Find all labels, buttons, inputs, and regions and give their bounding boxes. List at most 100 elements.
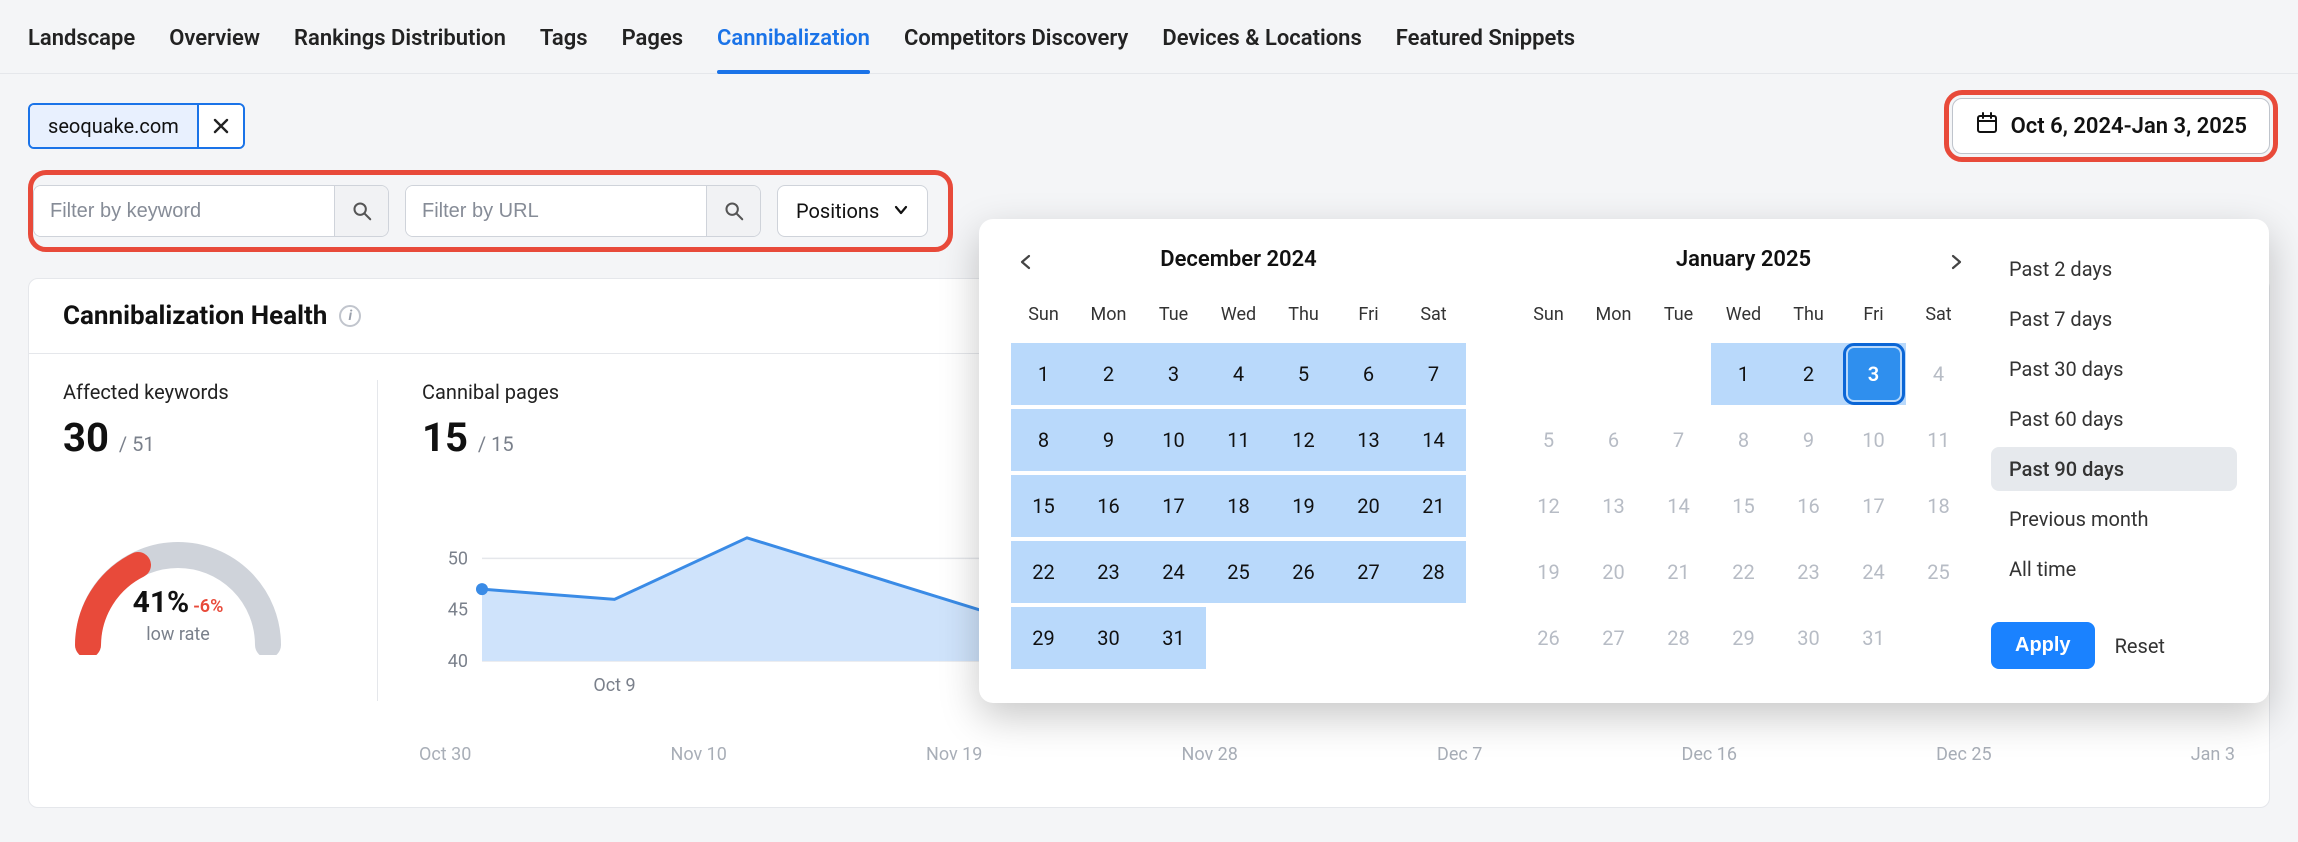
calendar-day[interactable]: 13 — [1336, 409, 1401, 471]
calendar-day: 11 — [1906, 409, 1971, 471]
calendar-day[interactable]: 27 — [1336, 541, 1401, 603]
calendar-dow: Sun — [1516, 296, 1581, 339]
gauge-delta: -6% — [193, 596, 223, 617]
tab-devices-locations[interactable]: Devices & Locations — [1162, 26, 1361, 73]
domain-chip[interactable]: seoquake.com — [28, 103, 245, 149]
calendar-month-label: December 2024 — [1160, 247, 1316, 272]
tab-pages[interactable]: Pages — [622, 26, 683, 73]
calendar-month-label: January 2025 — [1676, 247, 1811, 272]
filter-keyword-input[interactable] — [34, 186, 334, 236]
search-icon[interactable] — [706, 186, 760, 236]
reset-button[interactable]: Reset — [2115, 634, 2165, 658]
calendar-day: 6 — [1581, 409, 1646, 471]
tab-rankings-distribution[interactable]: Rankings Distribution — [294, 26, 506, 73]
calendar-day: 4 — [1906, 343, 1971, 405]
calendar-day[interactable]: 15 — [1011, 475, 1076, 537]
calendar-day[interactable]: 2 — [1776, 343, 1841, 405]
date-preset[interactable]: Previous month — [1991, 497, 2237, 541]
date-preset[interactable]: Past 7 days — [1991, 297, 2237, 341]
calendar-dow: Mon — [1076, 296, 1141, 339]
calendar-dow: Thu — [1271, 296, 1336, 339]
calendar-day[interactable]: 10 — [1141, 409, 1206, 471]
tab-overview[interactable]: Overview — [169, 26, 260, 73]
calendar-day[interactable]: 25 — [1206, 541, 1271, 603]
tab-cannibalization[interactable]: Cannibalization — [717, 26, 870, 73]
calendar-day[interactable]: 3 — [1841, 343, 1906, 405]
calendar-day[interactable]: 14 — [1401, 409, 1466, 471]
tab-landscape[interactable]: Landscape — [28, 26, 135, 73]
kpi-affected-keywords: Affected keywords 30 / 51 41% -6% low ra… — [63, 380, 337, 701]
kpi-value: 30 — [63, 414, 109, 461]
svg-text:45: 45 — [448, 600, 468, 621]
calendar-day[interactable]: 9 — [1076, 409, 1141, 471]
calendar-day[interactable]: 28 — [1401, 541, 1466, 603]
calendar-day[interactable]: 22 — [1011, 541, 1076, 603]
sparkline-chart: 404550Oct 9 — [422, 497, 1022, 701]
calendar-day[interactable]: 24 — [1141, 541, 1206, 603]
calendar-day: 9 — [1776, 409, 1841, 471]
filter-url-input[interactable] — [406, 186, 706, 236]
positions-select[interactable]: Positions — [777, 185, 928, 237]
calendar-day: 30 — [1776, 607, 1841, 669]
info-icon[interactable]: i — [339, 305, 361, 327]
calendar-day[interactable]: 11 — [1206, 409, 1271, 471]
chevron-down-icon — [893, 199, 909, 223]
calendar-dow: Sat — [1906, 296, 1971, 339]
tab-tags[interactable]: Tags — [540, 26, 588, 73]
apply-button[interactable]: Apply — [1991, 622, 2095, 669]
date-preset[interactable]: Past 60 days — [1991, 397, 2237, 441]
calendar-day[interactable]: 2 — [1076, 343, 1141, 405]
calendar-icon — [1975, 111, 1999, 141]
domain-chip-label: seoquake.com — [30, 105, 197, 147]
calendar-day[interactable]: 1 — [1011, 343, 1076, 405]
date-preset[interactable]: Past 30 days — [1991, 347, 2237, 391]
kpi-label: Cannibal pages — [422, 380, 1022, 404]
calendar-day[interactable]: 26 — [1271, 541, 1336, 603]
calendar-day[interactable]: 6 — [1336, 343, 1401, 405]
calendar-day[interactable]: 20 — [1336, 475, 1401, 537]
filter-bar: Positions — [28, 170, 953, 252]
cannibalization-health-card: Cannibalization Health i Affected keywor… — [28, 278, 2270, 808]
calendar-next-button[interactable] — [1941, 247, 1971, 277]
toolbar: seoquake.com Oct 6, 2024-Jan 3, 2025 — [0, 74, 2298, 164]
xaxis-tick: Nov 10 — [671, 744, 727, 765]
calendar-day[interactable]: 1 — [1711, 343, 1776, 405]
calendar-day[interactable]: 5 — [1271, 343, 1336, 405]
calendar-prev-button[interactable] — [1011, 247, 1041, 277]
calendar-dow: Tue — [1646, 296, 1711, 339]
calendar-day[interactable]: 31 — [1141, 607, 1206, 669]
calendar-day: 26 — [1516, 607, 1581, 669]
filter-url — [405, 185, 761, 237]
date-preset[interactable]: Past 90 days — [1991, 447, 2237, 491]
calendar-day[interactable]: 8 — [1011, 409, 1076, 471]
calendar-day[interactable]: 29 — [1011, 607, 1076, 669]
filter-keyword — [33, 185, 389, 237]
calendar-day: 14 — [1646, 475, 1711, 537]
calendar-day[interactable]: 16 — [1076, 475, 1141, 537]
calendar-day[interactable]: 12 — [1271, 409, 1336, 471]
calendar-month-left: December 2024 SunMonTueWedThuFriSat12345… — [1011, 247, 1466, 669]
gauge-percent: 41% — [133, 585, 190, 620]
date-picker-popover: December 2024 SunMonTueWedThuFriSat12345… — [979, 219, 2269, 703]
calendar-day[interactable]: 30 — [1076, 607, 1141, 669]
calendar-dow: Tue — [1141, 296, 1206, 339]
calendar-dow: Thu — [1776, 296, 1841, 339]
close-icon[interactable] — [197, 105, 243, 147]
calendar-day[interactable]: 23 — [1076, 541, 1141, 603]
calendar-day[interactable]: 7 — [1401, 343, 1466, 405]
calendar-day[interactable]: 17 — [1141, 475, 1206, 537]
calendar-day: 7 — [1646, 409, 1711, 471]
calendar-day[interactable]: 18 — [1206, 475, 1271, 537]
date-range-label: Oct 6, 2024-Jan 3, 2025 — [2011, 114, 2247, 139]
calendar-day[interactable]: 19 — [1271, 475, 1336, 537]
date-preset[interactable]: Past 2 days — [1991, 247, 2237, 291]
xaxis-tick: Jan 3 — [2191, 744, 2235, 765]
date-range-button[interactable]: Oct 6, 2024-Jan 3, 2025 — [1952, 98, 2270, 154]
date-preset[interactable]: All time — [1991, 547, 2237, 591]
search-icon[interactable] — [334, 186, 388, 236]
calendar-day[interactable]: 4 — [1206, 343, 1271, 405]
calendar-day[interactable]: 21 — [1401, 475, 1466, 537]
tab-competitors-discovery[interactable]: Competitors Discovery — [904, 26, 1128, 73]
calendar-day[interactable]: 3 — [1141, 343, 1206, 405]
tab-featured-snippets[interactable]: Featured Snippets — [1396, 26, 1575, 73]
